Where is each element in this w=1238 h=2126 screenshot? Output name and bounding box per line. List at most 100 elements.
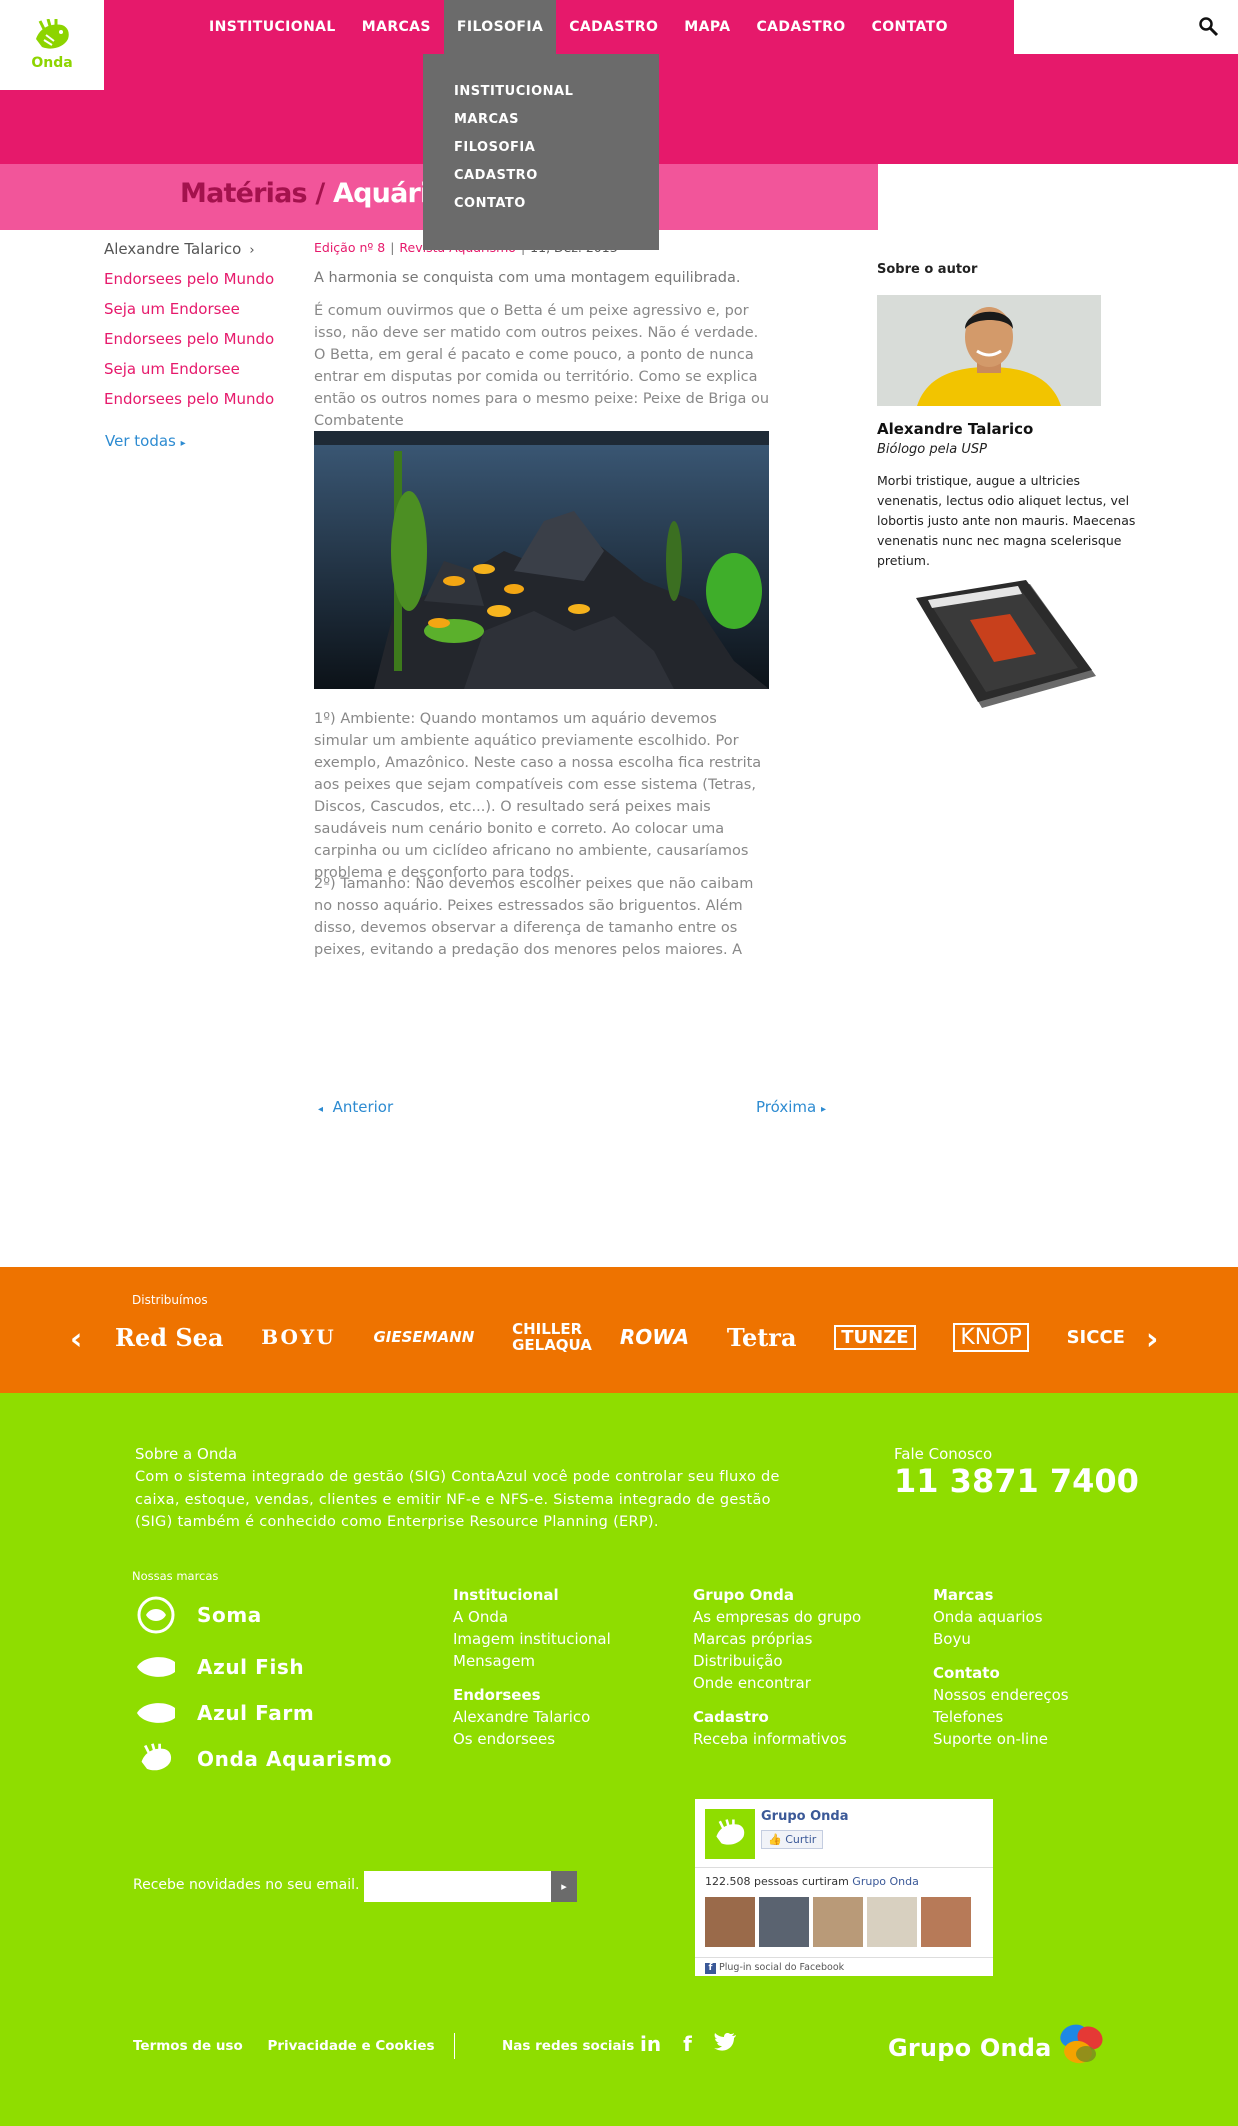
carousel-prev-arrow-icon[interactable]: ‹ <box>70 1322 82 1357</box>
contact-phone[interactable]: 11 3871 7400 <box>894 1462 1139 1500</box>
see-all-label: Ver todas <box>105 432 176 450</box>
footer-link[interactable]: Marcas próprias <box>693 1628 861 1650</box>
next-link[interactable]: Próxima ▸ <box>756 1098 826 1116</box>
logo-text: Onda <box>31 55 73 71</box>
footer-brand-soma[interactable]: Soma <box>135 1596 262 1634</box>
privacy-link[interactable]: Privacidade e Cookies <box>267 2038 434 2054</box>
footer-link[interactable]: Mensagem <box>453 1650 611 1672</box>
fb-face[interactable] <box>813 1897 863 1947</box>
sidebar-item[interactable]: Seja um Endorsee <box>104 356 284 386</box>
author-label: Sobre o autor <box>877 262 978 277</box>
nav-marcas[interactable]: MARCAS <box>349 0 444 54</box>
facebook-like-box: Grupo Onda 👍 Curtir 122.508 pessoas curt… <box>695 1799 993 1976</box>
footer-link[interactable]: Imagem institucional <box>453 1628 611 1650</box>
brand-logo-chiller[interactable]: CHILLER GELAQUA <box>512 1321 592 1353</box>
footer-brand-onda-aquarismo[interactable]: Onda Aquarismo <box>135 1743 392 1774</box>
author-role: Biólogo pela USP <box>877 442 987 457</box>
aquarium-photo <box>314 431 769 689</box>
footer-link[interactable]: Onda aquarios <box>933 1606 1069 1628</box>
fb-face[interactable] <box>705 1897 755 1947</box>
fb-plugin-text: Plug-in social do Facebook <box>719 1962 845 1973</box>
fb-face[interactable] <box>759 1897 809 1947</box>
brand-logo-giesemann[interactable]: GIESEMANN <box>373 1328 474 1346</box>
sidebar-item-current[interactable]: Alexandre Talarico › <box>104 236 284 266</box>
fb-face[interactable] <box>921 1897 971 1947</box>
social-label: Nas redes sociais <box>502 2038 635 2054</box>
dropdown-item-cadastro[interactable]: CADASTRO <box>454 166 659 194</box>
col-heading: Contato <box>933 1664 1000 1682</box>
footer-link[interactable]: Boyu <box>933 1628 1069 1650</box>
footer-link[interactable]: Telefones <box>933 1706 1069 1728</box>
chevron-right-icon: › <box>249 243 255 258</box>
onda-logo[interactable]: Onda <box>0 0 104 90</box>
brand-logo-sicce[interactable]: SICCE <box>1067 1327 1125 1348</box>
fb-divider <box>695 1867 993 1868</box>
nav-contato[interactable]: CONTATO <box>859 0 961 54</box>
brand-logo-rowa[interactable]: ROWA <box>620 1325 689 1349</box>
see-all-link[interactable]: Ver todas ▸ <box>105 432 186 450</box>
fb-page-name[interactable]: Grupo Onda <box>761 1809 848 1824</box>
grupo-onda-logo-text[interactable]: Grupo Onda <box>888 2034 1052 2062</box>
footer-link[interactable]: Onde encontrar <box>693 1672 861 1694</box>
author-bio: Morbi tristique, augue a ultricies venen… <box>877 473 1136 568</box>
fb-like-button[interactable]: 👍 Curtir <box>761 1830 824 1849</box>
dropdown-item-marcas[interactable]: MARCAS <box>454 110 659 138</box>
sidebar-item[interactable]: Endorsees pelo Mundo <box>104 266 284 296</box>
footer-link[interactable]: Suporte on-line <box>933 1728 1069 1750</box>
sidebar-item[interactable]: Endorsees pelo Mundo <box>104 386 284 416</box>
contact-title: Fale Conosco <box>894 1445 993 1463</box>
facebook-icon[interactable]: f <box>683 2032 692 2056</box>
nav-mapa[interactable]: MAPA <box>671 0 743 54</box>
fb-face[interactable] <box>867 1897 917 1947</box>
page-title: Matérias / Aquário <box>180 178 447 209</box>
fb-page-avatar[interactable] <box>705 1809 755 1859</box>
dropdown-item-contato[interactable]: CONTATO <box>454 194 659 222</box>
grupo-onda-logo-icon[interactable] <box>1054 2016 1108 2070</box>
carousel-next-arrow-icon[interactable]: › <box>1146 1322 1158 1357</box>
nav-filosofia[interactable]: FILOSOFIA <box>443 0 557 54</box>
azul-fish-icon <box>135 1652 177 1682</box>
brand-name: Soma <box>197 1603 262 1627</box>
col-heading: Cadastro <box>693 1708 769 1726</box>
nav-dropdown: INSTITUCIONAL MARCAS FILOSOFIA CADASTRO … <box>423 54 659 250</box>
footer-link[interactable]: A Onda <box>453 1606 611 1628</box>
nav-cadastro[interactable]: CADASTRO <box>556 0 671 54</box>
footer-link[interactable]: Receba informativos <box>693 1728 861 1750</box>
dropdown-item-institucional[interactable]: INSTITUCIONAL <box>454 82 659 110</box>
nav-institucional[interactable]: INSTITUCIONAL <box>196 0 349 54</box>
brand-logo-tunze[interactable]: TUNZE <box>834 1324 916 1350</box>
newsletter-email-input[interactable] <box>364 1871 551 1902</box>
sidebar-item[interactable]: Seja um Endorsee <box>104 296 284 326</box>
footer-link[interactable]: Nossos endereços <box>933 1684 1069 1706</box>
terms-link[interactable]: Termos de uso <box>133 2038 243 2054</box>
dropdown-item-filosofia[interactable]: FILOSOFIA <box>454 138 659 166</box>
author-name: Alexandre Talarico <box>877 420 1034 438</box>
search-icon[interactable] <box>1198 16 1220 38</box>
magazine-cover-image[interactable] <box>910 580 1100 710</box>
footer-divider <box>454 2033 455 2059</box>
footer-link[interactable]: Alexandre Talarico <box>453 1706 611 1728</box>
brand-logo-boyu[interactable]: BOYU <box>261 1325 335 1349</box>
footer-link[interactable]: Distribuição <box>693 1650 861 1672</box>
footer-brand-azulfarm[interactable]: Azul Farm <box>135 1698 314 1728</box>
previous-link[interactable]: ◂ Anterior <box>318 1098 393 1116</box>
brand-logo-knop[interactable]: KNOP <box>953 1322 1029 1352</box>
fb-count-link[interactable]: Grupo Onda <box>852 1875 919 1888</box>
nav-cadastro-2[interactable]: CADASTRO <box>743 0 858 54</box>
brand-logo-redsea[interactable]: Red Sea <box>115 1323 224 1352</box>
footer-link[interactable]: As empresas do grupo <box>693 1606 861 1628</box>
previous-label: Anterior <box>332 1098 394 1116</box>
footer-link[interactable]: Os endorsees <box>453 1728 611 1750</box>
edition[interactable]: Edição nº 8 <box>314 240 385 255</box>
linkedin-icon[interactable]: in <box>640 2032 661 2056</box>
twitter-icon[interactable] <box>713 2032 736 2056</box>
footer-brand-azulfish[interactable]: Azul Fish <box>135 1652 304 1682</box>
sidebar-item[interactable]: Endorsees pelo Mundo <box>104 326 284 356</box>
col-heading: Marcas <box>933 1586 994 1604</box>
col-heading: Institucional <box>453 1586 559 1604</box>
title-section: Matérias / <box>180 178 325 209</box>
brand-logo-tetra[interactable]: Tetra <box>727 1323 797 1352</box>
azul-farm-icon <box>135 1698 177 1728</box>
newsletter-submit-button[interactable]: ▸ <box>551 1871 577 1902</box>
footer-col-institucional: Institucional A Onda Imagem instituciona… <box>453 1586 611 1750</box>
